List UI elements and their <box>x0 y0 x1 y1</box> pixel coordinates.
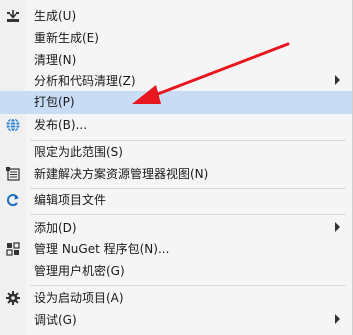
menu-item-scope[interactable]: 限定为此范围(S) <box>0 141 352 164</box>
menu-item-set-startup[interactable]: 设为启动项目(A) <box>0 287 352 310</box>
menu-separator <box>30 214 346 215</box>
menu-item-build[interactable]: 生成(U) <box>0 5 352 28</box>
menu-item-clean[interactable]: 清理(N) <box>0 49 352 72</box>
globe-icon <box>5 117 21 133</box>
menu-item-label: 管理 NuGet 程序包(N)... <box>34 242 170 256</box>
menu-item-label: 分析和代码清理(Z) <box>34 74 136 88</box>
menu-item-label: 发布(B)... <box>34 118 88 132</box>
new-view-icon <box>5 166 21 182</box>
nuget-icon <box>5 241 21 257</box>
menu-item-label: 打包(P) <box>34 95 75 109</box>
menu-item-label: 调试(G) <box>34 313 77 327</box>
submenu-arrow-icon <box>335 222 340 232</box>
menu-item-label: 限定为此范围(S) <box>34 145 123 159</box>
menu-item-analyze[interactable]: 分析和代码清理(Z) <box>0 70 352 93</box>
gear-icon <box>5 290 21 306</box>
menu-item-new-view[interactable]: 新建解决方案资源管理器视图(N) <box>0 163 352 186</box>
menu-item-label: 编辑项目文件 <box>34 193 107 207</box>
menu-item-label: 添加(D) <box>34 221 77 235</box>
menu-item-manage-nuget[interactable]: 管理 NuGet 程序包(N)... <box>0 238 352 261</box>
menu-item-debug[interactable]: 调试(G) <box>0 309 352 332</box>
context-menu: 生成(U) 重新生成(E) 清理(N) 分析和代码清理(Z) 打包(P) 发布(… <box>0 0 353 335</box>
menu-item-label: 管理用户机密(G) <box>34 264 125 278</box>
menu-item-pack[interactable]: 打包(P) <box>0 91 352 114</box>
menu-item-label: 设为启动项目(A) <box>34 291 124 305</box>
menu-item-label: 重新生成(E) <box>34 31 99 45</box>
menu-item-edit-project[interactable]: 编辑项目文件 <box>0 189 352 212</box>
menu-item-user-secrets[interactable]: 管理用户机密(G) <box>0 260 352 283</box>
menu-item-label: 清理(N) <box>34 53 77 67</box>
menu-item-publish[interactable]: 发布(B)... <box>0 114 352 137</box>
menu-item-add[interactable]: 添加(D) <box>0 217 352 240</box>
menu-item-label: 生成(U) <box>34 9 77 23</box>
menu-item-label: 新建解决方案资源管理器视图(N) <box>34 167 209 181</box>
menu-item-rebuild[interactable]: 重新生成(E) <box>0 27 352 50</box>
menu-separator <box>30 285 346 286</box>
submenu-arrow-icon <box>335 75 340 85</box>
build-icon <box>5 8 21 24</box>
submenu-arrow-icon <box>335 314 340 324</box>
edit-refresh-icon <box>5 192 21 208</box>
